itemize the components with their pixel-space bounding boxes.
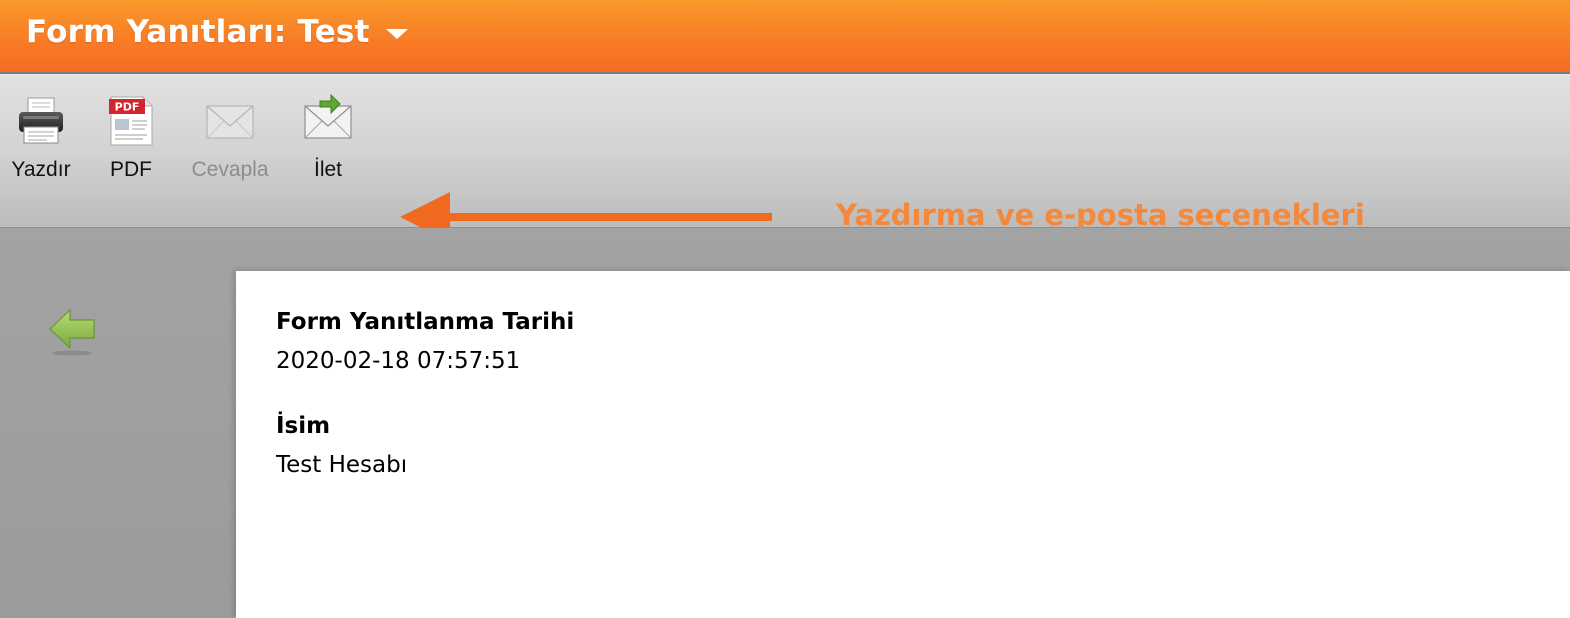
back-arrow-icon[interactable] bbox=[46, 304, 98, 358]
pdf-icon-text: PDF bbox=[115, 101, 140, 114]
submission-card: Form Yanıtlanma Tarihi 2020-02-18 07:57:… bbox=[236, 271, 1570, 618]
print-label: Yazdır bbox=[11, 158, 71, 181]
field-label-date: Form Yanıtlanma Tarihi bbox=[276, 309, 575, 335]
pdf-button[interactable]: PDF PDF bbox=[100, 94, 162, 182]
pdf-label: PDF bbox=[110, 158, 152, 181]
field-value-name: Test Hesabı bbox=[276, 452, 408, 478]
reply-label: Cevapla bbox=[191, 158, 269, 181]
envelope-icon bbox=[206, 105, 254, 139]
form-title: Form Yanıtları: Test bbox=[26, 14, 370, 50]
forward-label: İlet bbox=[313, 158, 342, 181]
reply-button[interactable]: Cevapla bbox=[188, 94, 272, 182]
forward-envelope-icon bbox=[304, 94, 352, 139]
chevron-down-icon bbox=[385, 29, 408, 39]
app-header: Form Yanıtları: Test bbox=[0, 0, 1570, 74]
field-label-name: İsim bbox=[276, 413, 331, 439]
field-value-date: 2020-02-18 07:57:51 bbox=[276, 348, 521, 374]
print-button[interactable]: Yazdır bbox=[8, 94, 74, 182]
annotation-text: Yazdırma ve e-posta seçenekleri bbox=[836, 198, 1365, 232]
main-area: Form Yanıtlanma Tarihi 2020-02-18 07:57:… bbox=[0, 228, 1570, 618]
form-title-dropdown[interactable]: Form Yanıtları: Test bbox=[26, 14, 408, 50]
forward-button[interactable]: İlet bbox=[300, 94, 356, 182]
printer-icon bbox=[19, 97, 63, 144]
toolbar: Yazdır PDF PDF Cevapla İlet Yazdırma ve … bbox=[0, 74, 1570, 242]
pdf-icon: PDF bbox=[109, 96, 153, 146]
